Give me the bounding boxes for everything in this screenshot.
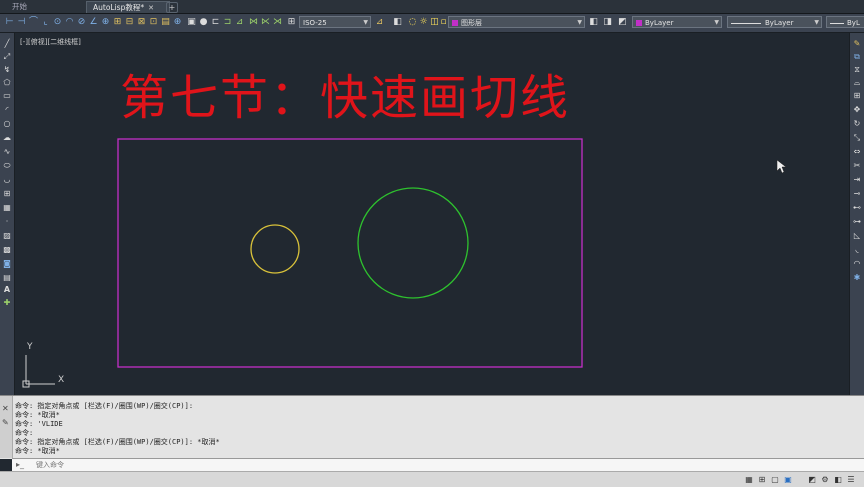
ucs-y-label: Y bbox=[27, 342, 33, 352]
customize-icon[interactable]: ☰ bbox=[846, 475, 856, 484]
model-space-icon[interactable]: ▦ bbox=[744, 475, 754, 484]
large-green-circle[interactable] bbox=[357, 187, 469, 299]
status-bar: ▦ ⊞ ▢ ▣ ◩ ⚙ ◧ ☰ bbox=[0, 471, 864, 487]
command-history-line: 命令: 指定对角点或 [栏选(F)/圈围(WP)/圈交(CP)]: bbox=[15, 402, 194, 410]
command-history-window[interactable]: 命令: 指定对角点或 [栏选(F)/圈围(WP)/圈交(CP)]: 命令: *取… bbox=[0, 395, 864, 459]
close-icon[interactable]: ✕ bbox=[2, 404, 9, 413]
command-prompt-icon: ▸_ bbox=[16, 460, 25, 469]
workspace-icon[interactable]: ⚙ bbox=[820, 475, 830, 484]
command-history-line: 命令: *取消* bbox=[15, 447, 60, 455]
command-history-line: 命令: 'VLIDE bbox=[15, 420, 63, 428]
mouse-cursor-icon bbox=[776, 159, 787, 174]
snap-icon[interactable]: ▢ bbox=[770, 475, 780, 484]
annotation-scale-icon[interactable]: ◩ bbox=[807, 475, 817, 484]
isolate-objects-icon[interactable]: ◧ bbox=[833, 475, 843, 484]
command-history-line: 命令: 指定对角点或 [栏选(F)/圈围(WP)/圈交(CP)]: *取消* bbox=[15, 438, 220, 446]
command-window-grip[interactable]: ✕ ✎ bbox=[0, 396, 13, 458]
wrench-icon[interactable]: ✎ bbox=[2, 418, 9, 427]
ucs-icon bbox=[22, 355, 55, 388]
grid-icon[interactable]: ⊞ bbox=[757, 475, 767, 484]
command-input[interactable] bbox=[36, 459, 336, 470]
ortho-icon[interactable]: ▣ bbox=[783, 475, 793, 484]
command-history-line: 命令: bbox=[15, 429, 34, 437]
small-yellow-circle[interactable] bbox=[250, 224, 300, 274]
magenta-rectangle[interactable] bbox=[117, 138, 583, 368]
command-line: ▸_ bbox=[12, 458, 864, 472]
command-history-line: 命令: *取消* bbox=[15, 411, 60, 419]
ucs-x-label: X bbox=[58, 375, 65, 385]
